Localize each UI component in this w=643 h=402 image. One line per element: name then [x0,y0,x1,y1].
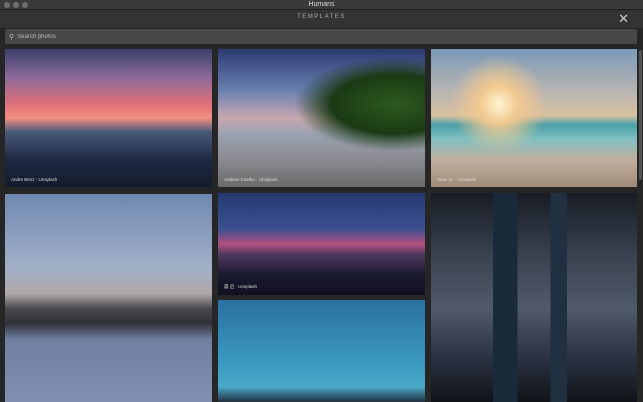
photo-palm-beach[interactable]: Andrew Coelho · Unsplash [218,49,425,187]
page-title: TEMPLATES [297,14,346,20]
photo-caption: Andre Benz · Unsplash [11,177,58,182]
photo-sunset-beach[interactable]: Andre Benz · Unsplash [5,49,212,187]
close-icon[interactable]: ✕ [618,12,629,26]
search-bar[interactable]: ⚲ [5,29,637,44]
window-titlebar: Humans [0,0,643,10]
header: TEMPLATES ✕ [0,10,643,28]
window-title: Humans [308,1,335,8]
search-input[interactable] [17,33,618,40]
photo-caption: Andrew Coelho · Unsplash [224,177,278,182]
photo-caption: Sean O. · Unsplash [437,177,477,182]
photo-caption: 晨 启 · Unsplash [224,284,258,289]
photo-sea-sunrise[interactable]: Sean O. · Unsplash [431,49,637,187]
scrollbar[interactable] [639,50,642,180]
photo-shanghai-river[interactable] [5,194,212,402]
photo-night-sky[interactable] [218,300,425,402]
photo-city-night[interactable]: 晨 启 · Unsplash [218,193,425,295]
search-icon: ⚲ [9,33,15,41]
photo-skyscrapers-fog[interactable] [431,193,637,402]
